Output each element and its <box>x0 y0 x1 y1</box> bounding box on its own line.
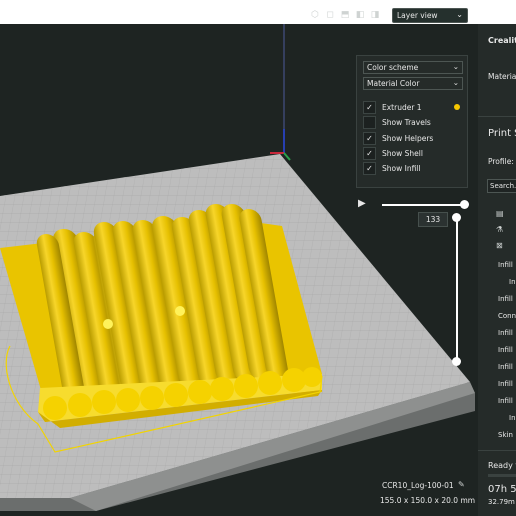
left-view-icon[interactable]: ◧ <box>355 10 365 20</box>
setting-label: Infill <box>498 261 513 269</box>
layer-slider-track[interactable] <box>456 218 458 363</box>
show-infill-checkbox[interactable]: ✓ <box>363 162 376 175</box>
show-travels-checkbox[interactable] <box>363 116 376 129</box>
filament-length: 32.79m <box>488 498 515 506</box>
top-view-icon[interactable]: ⬒ <box>340 10 350 20</box>
show-shell-checkbox[interactable]: ✓ <box>363 147 376 160</box>
color-scheme-header[interactable]: Color scheme ⌄ <box>363 61 463 74</box>
check-icon: ✓ <box>366 164 373 173</box>
color-scheme-panel: Color scheme ⌄ Material Color ⌄ ✓ Extrud… <box>356 55 468 188</box>
current-layer-field[interactable]: 133 <box>418 212 448 227</box>
extruder-1-checkbox[interactable]: ✓ <box>363 101 376 114</box>
model-name: CCR10_Log-100-01 <box>382 481 454 490</box>
slicing-progress-bar <box>488 474 516 477</box>
setting-label: Infill <box>498 363 513 371</box>
show-shell-label: Show Shell <box>382 149 423 158</box>
layer-slider-bottom-handle[interactable] <box>452 357 461 366</box>
show-infill-label: Show Infill <box>382 164 421 173</box>
setting-label: Conn <box>498 312 516 320</box>
setting-label: Infill <box>498 329 513 337</box>
ready-status: Ready t <box>488 461 516 470</box>
material-category-icon[interactable]: ⚗ <box>496 225 505 234</box>
profile-label: Profile: <box>488 157 514 166</box>
chevron-down-icon: ⌄ <box>452 62 459 71</box>
print-time: 07h 5 <box>488 484 516 495</box>
setting-label: Infill <box>498 380 513 388</box>
check-icon: ✓ <box>366 149 373 158</box>
setting-label: Infill <box>498 397 513 405</box>
color-scheme-select[interactable]: Material Color ⌄ <box>363 77 463 90</box>
printer-name[interactable]: Creality <box>488 36 516 45</box>
show-helpers-checkbox[interactable]: ✓ <box>363 132 376 145</box>
color-scheme-title: Color scheme <box>367 63 419 72</box>
setting-label: Skin <box>498 431 513 439</box>
path-slider-handle[interactable] <box>460 200 469 209</box>
layer-slider-top-handle[interactable] <box>452 213 461 222</box>
infill-category-icon[interactable]: ▤ <box>496 209 505 218</box>
show-helpers-label: Show Helpers <box>382 134 434 143</box>
right-view-icon[interactable]: ◨ <box>370 10 380 20</box>
view-mode-label: Layer view <box>397 11 438 20</box>
extruder-color-swatch <box>454 104 460 110</box>
material-label: Material <box>488 72 516 81</box>
setting-label: In <box>509 414 516 422</box>
divider <box>478 450 516 451</box>
setting-label: In <box>509 278 516 286</box>
view-toolbar: ⬡ ◻ ⬒ ◧ ◨ <box>310 8 380 22</box>
view-mode-dropdown[interactable]: Layer view ⌄ <box>392 8 468 23</box>
model-dimensions: 155.0 x 150.0 x 20.0 mm <box>380 496 476 505</box>
extruder-1-label: Extruder 1 <box>382 103 422 112</box>
search-placeholder: Search. <box>490 182 516 190</box>
check-icon: ✓ <box>366 134 373 143</box>
chevron-down-icon: ⌄ <box>452 78 459 87</box>
support-category-icon[interactable]: ⊠ <box>496 241 505 250</box>
check-icon: ✓ <box>366 103 373 112</box>
setting-label: Infill <box>498 295 513 303</box>
chevron-down-icon: ⌄ <box>456 10 463 19</box>
divider <box>478 116 516 117</box>
edit-pencil-icon[interactable]: ✎ <box>458 480 465 489</box>
front-view-icon[interactable]: ◻ <box>325 10 335 20</box>
print-settings-title: Print S <box>488 128 516 139</box>
play-icon[interactable]: ▶ <box>358 199 368 209</box>
right-settings-panel: Creality Material Print S Profile: Searc… <box>478 24 516 516</box>
show-travels-label: Show Travels <box>382 118 431 127</box>
color-scheme-value: Material Color <box>367 79 420 88</box>
setting-label: Infill <box>498 346 513 354</box>
axis-gizmo <box>270 24 291 161</box>
path-slider-track[interactable] <box>382 204 466 206</box>
3d-view-icon[interactable]: ⬡ <box>310 10 320 20</box>
